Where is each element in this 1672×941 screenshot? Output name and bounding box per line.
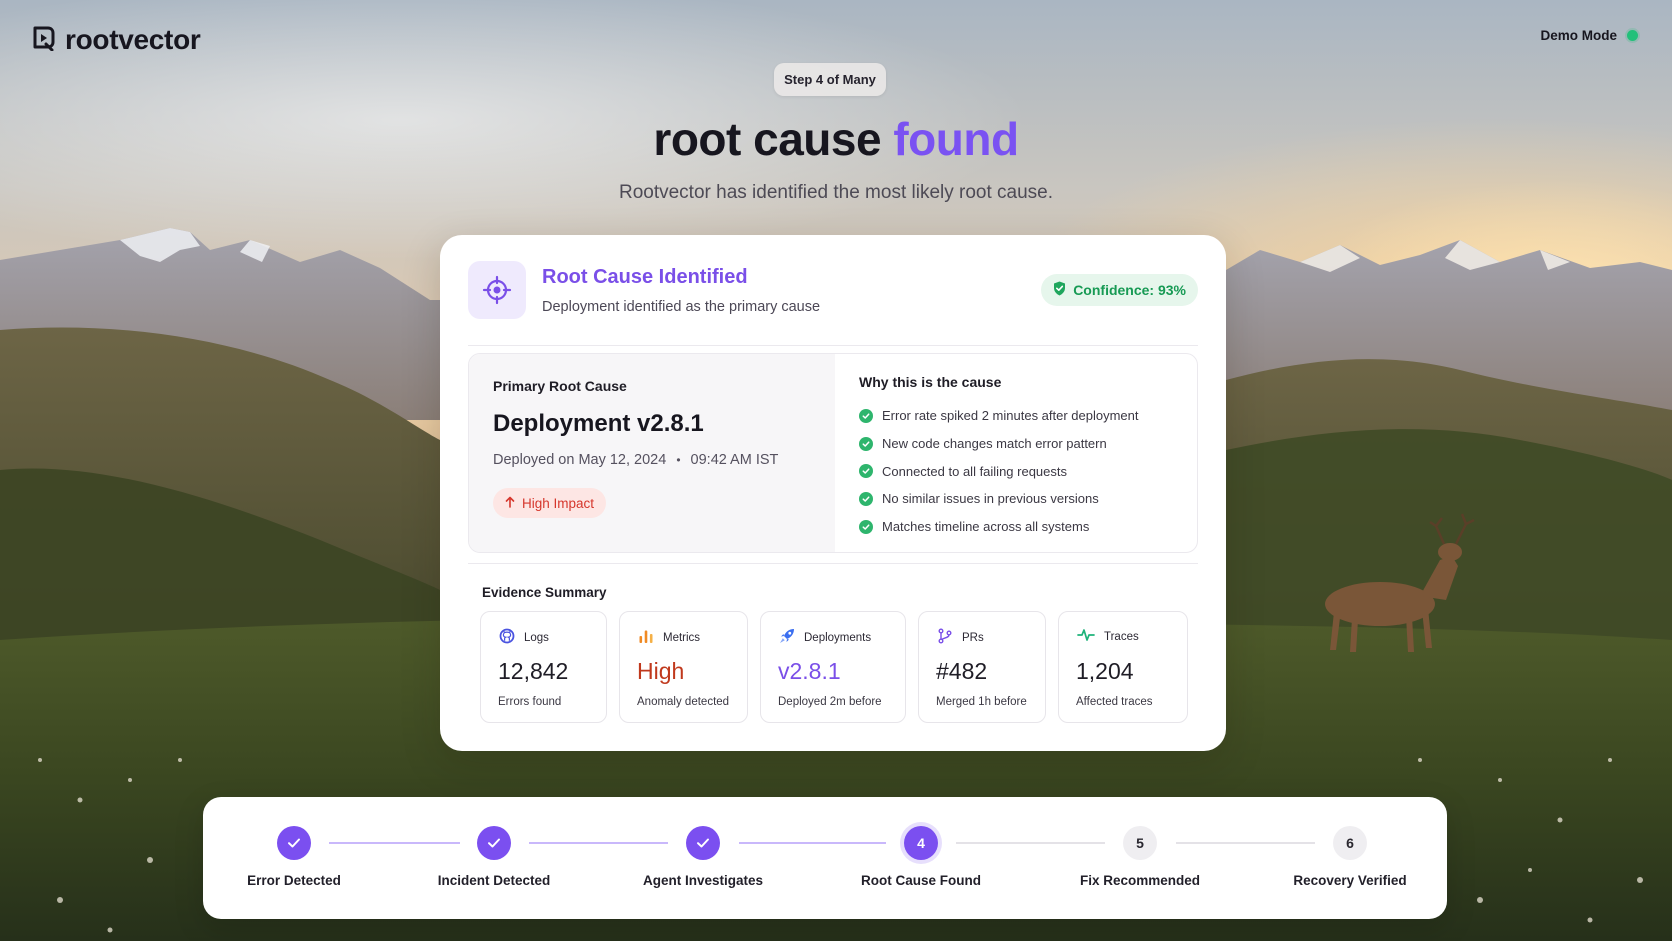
evidence-card-traces[interactable]: Traces 1,204 Affected traces <box>1058 611 1188 723</box>
list-item: Error rate spiked 2 minutes after deploy… <box>859 402 1139 430</box>
evidence-value: 12,842 <box>498 658 569 684</box>
evidence-value: v2.8.1 <box>778 658 841 684</box>
primary-root-cause-title: Deployment v2.8.1 <box>493 410 704 437</box>
impact-badge: High Impact <box>493 488 607 518</box>
bar-chart-icon <box>638 628 654 647</box>
primary-root-cause-panel: Primary Root Cause Deployment v2.8.1 Dep… <box>468 353 1198 553</box>
check-circle-icon <box>859 408 873 423</box>
step-number: 5 <box>1123 826 1157 860</box>
step-root-cause-found[interactable]: 4 Root Cause Found <box>831 826 1011 888</box>
evidence-card-logs[interactable]: Logs 12,842 Errors found <box>480 611 607 723</box>
step-number: 4 <box>904 826 938 860</box>
step-number: 6 <box>1333 826 1367 860</box>
shield-check-icon <box>1053 281 1066 299</box>
evidence-label: PRs <box>962 631 984 644</box>
why-item-text: No similar issues in previous versions <box>882 491 1099 507</box>
root-cause-card: Root Cause Identified Deployment identif… <box>440 235 1226 751</box>
impact-label: High Impact <box>522 495 595 511</box>
primary-root-cause-label: Primary Root Cause <box>493 378 627 394</box>
meta-separator: • <box>676 453 681 467</box>
demo-mode-label: Demo Mode <box>1540 28 1617 43</box>
evidence-value: #482 <box>936 658 988 684</box>
evidence-value: High <box>637 658 685 684</box>
evidence-summary-title: Evidence Summary <box>482 585 607 600</box>
check-circle-icon <box>859 436 873 451</box>
card-subtitle: Deployment identified as the primary cau… <box>542 299 821 315</box>
evidence-card-deployments[interactable]: Deployments v2.8.1 Deployed 2m before <box>760 611 906 723</box>
rocket-icon <box>779 628 795 647</box>
primary-root-cause-summary: Primary Root Cause Deployment v2.8.1 Dep… <box>469 354 835 552</box>
status-dot-icon <box>1627 30 1638 41</box>
confidence-badge: Confidence: 93% <box>1041 274 1198 306</box>
deployment-meta: Deployed on May 12, 2024 • 09:42 AM IST <box>493 452 778 468</box>
step-label: Fix Recommended <box>1079 873 1201 888</box>
check-icon <box>477 826 511 860</box>
page-subtitle: Rootvector has identified the most likel… <box>618 182 1054 203</box>
pulse-icon <box>1077 628 1095 645</box>
progress-stepper: Error Detected Incident Detected Agent I… <box>203 797 1447 919</box>
brand-name: rootvector <box>65 24 201 55</box>
evidence-label: Logs <box>524 631 549 644</box>
why-list: Error rate spiked 2 minutes after deploy… <box>859 402 1139 540</box>
step-incident-detected[interactable]: Incident Detected <box>404 826 584 888</box>
deployment-date: Deployed on May 12, 2024 <box>493 452 667 468</box>
evidence-cards: Logs 12,842 Errors found Metrics High An… <box>480 611 1188 723</box>
step-recovery-verified[interactable]: 6 Recovery Verified <box>1260 826 1440 888</box>
git-branch-icon <box>937 628 953 647</box>
evidence-value: 1,204 <box>1076 658 1134 684</box>
list-item: Connected to all failing requests <box>859 457 1139 485</box>
page-title-main: root cause <box>653 113 882 165</box>
divider <box>468 563 1198 564</box>
evidence-note: Anomaly detected <box>637 696 730 708</box>
list-item: No similar issues in previous versions <box>859 485 1139 513</box>
list-item: Matches timeline across all systems <box>859 513 1139 541</box>
step-label: Agent Investigates <box>642 873 764 888</box>
page-title: root cause found <box>0 112 1672 166</box>
evidence-note: Errors found <box>498 696 562 708</box>
list-item: New code changes match error pattern <box>859 430 1139 458</box>
crosshair-icon <box>468 261 526 319</box>
evidence-label: Metrics <box>663 631 701 644</box>
check-circle-icon <box>859 464 873 479</box>
github-icon <box>499 628 515 647</box>
deployment-time: 09:42 AM IST <box>690 452 779 468</box>
evidence-card-prs[interactable]: PRs #482 Merged 1h before <box>918 611 1046 723</box>
why-item-text: Matches timeline across all systems <box>882 519 1090 535</box>
page-title-accent: found <box>893 113 1019 165</box>
evidence-note: Affected traces <box>1076 696 1153 708</box>
evidence-note: Deployed 2m before <box>778 696 882 708</box>
why-title: Why this is the cause <box>859 374 1002 390</box>
confidence-label: Confidence: 93% <box>1073 282 1186 298</box>
arrow-up-icon <box>505 496 515 511</box>
step-pill: Step 4 of Many <box>774 63 886 96</box>
evidence-note: Merged 1h before <box>936 696 1027 708</box>
step-label: Incident Detected <box>437 873 551 888</box>
divider <box>468 345 1198 346</box>
why-item-text: Connected to all failing requests <box>882 463 1068 479</box>
step-fix-recommended[interactable]: 5 Fix Recommended <box>1050 826 1230 888</box>
step-label: Error Detected <box>247 873 341 888</box>
check-circle-icon <box>859 491 873 506</box>
card-title: Root Cause Identified <box>542 266 748 288</box>
why-item-text: Error rate spiked 2 minutes after deploy… <box>882 408 1139 424</box>
evidence-label: Deployments <box>804 631 872 644</box>
step-agent-investigates[interactable]: Agent Investigates <box>613 826 793 888</box>
step-label: Recovery Verified <box>1293 873 1407 888</box>
check-icon <box>277 826 311 860</box>
step-error-detected[interactable]: Error Detected <box>204 826 384 888</box>
brand-logo[interactable]: rootvector <box>32 24 201 56</box>
check-circle-icon <box>859 519 873 534</box>
rootvector-logo-icon <box>32 25 56 56</box>
demo-mode-indicator[interactable]: Demo Mode <box>1540 28 1638 43</box>
step-label: Root Cause Found <box>861 873 981 888</box>
why-item-text: New code changes match error pattern <box>882 436 1107 452</box>
check-icon <box>686 826 720 860</box>
evidence-label: Traces <box>1104 630 1139 643</box>
evidence-card-metrics[interactable]: Metrics High Anomaly detected <box>619 611 748 723</box>
